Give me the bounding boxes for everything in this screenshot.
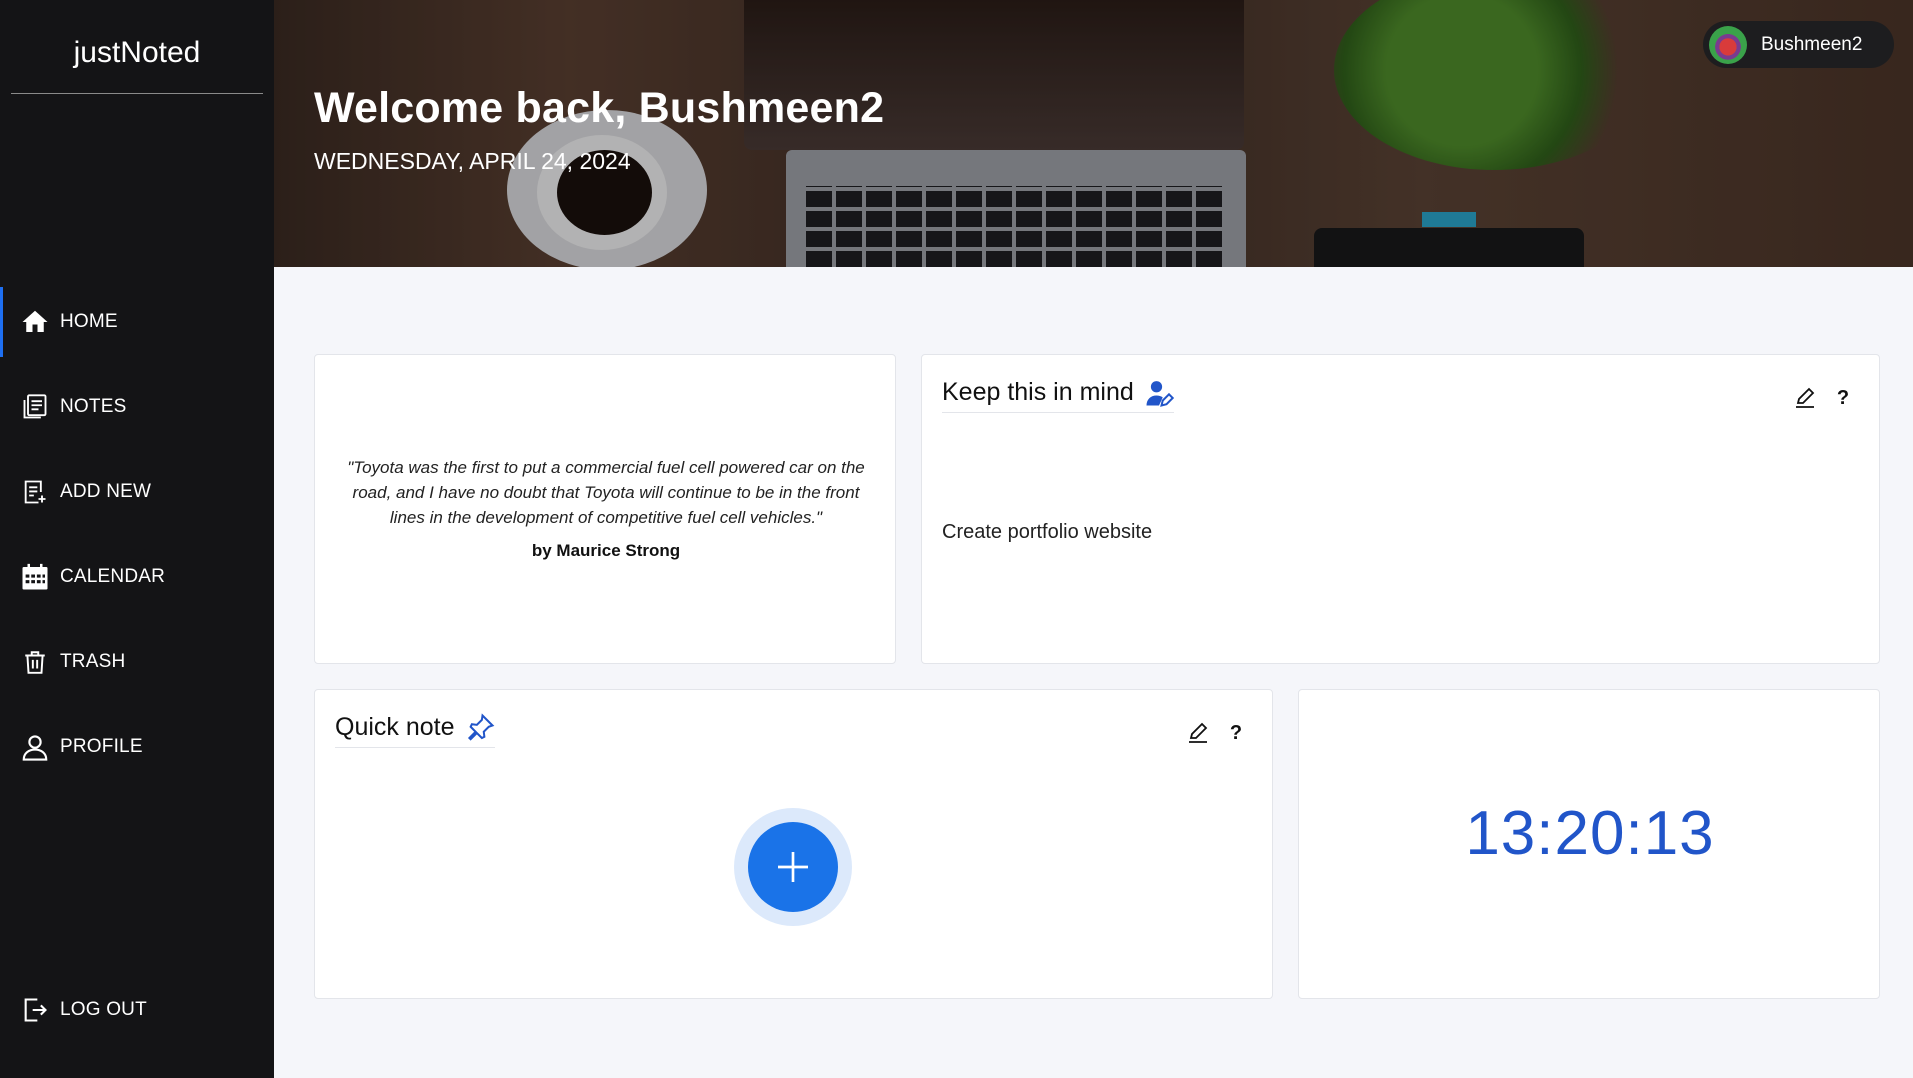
user-menu-button[interactable]: Bushmeen2	[1703, 21, 1894, 68]
edit-button[interactable]	[1183, 718, 1213, 748]
keep-in-mind-title-text: Keep this in mind	[942, 378, 1134, 406]
sidebar-item-label: PROFILE	[60, 736, 143, 757]
trash-icon	[20, 647, 50, 677]
sidebar: justNoted HOME NOTES ADD NEW CALENDAR TR…	[0, 0, 274, 1078]
plus-icon	[778, 852, 808, 882]
add-quick-note-button[interactable]	[748, 822, 838, 912]
sidebar-item-home[interactable]: HOME	[0, 287, 274, 357]
sidebar-item-add-new[interactable]: ADD NEW	[0, 457, 274, 527]
header-banner-image	[274, 0, 1913, 267]
user-pen-icon	[1144, 378, 1174, 408]
home-icon	[20, 307, 50, 337]
add-note-icon	[20, 477, 50, 507]
app-brand: justNoted	[11, 36, 263, 94]
keep-in-mind-title: Keep this in mind	[942, 377, 1174, 413]
banner-overlay	[274, 0, 1913, 267]
notes-icon	[20, 392, 50, 422]
quick-note-card: Quick note ?	[314, 689, 1273, 999]
help-button[interactable]: ?	[1221, 718, 1251, 748]
pencil-icon	[1796, 387, 1815, 408]
avatar	[1709, 25, 1747, 64]
sidebar-item-label: CALENDAR	[60, 566, 166, 587]
user-icon	[20, 732, 50, 762]
keep-in-mind-card: Keep this in mind ? Create portfolio web…	[921, 354, 1880, 664]
welcome-heading: Welcome back, Bushmeen2	[314, 84, 885, 132]
pencil-icon	[1189, 722, 1208, 743]
sidebar-item-profile[interactable]: PROFILE	[0, 712, 274, 782]
logout-icon	[20, 995, 50, 1025]
sidebar-item-calendar[interactable]: CALENDAR	[0, 542, 274, 612]
keep-in-mind-text: Create portfolio website	[942, 521, 1153, 543]
calendar-icon	[20, 562, 50, 592]
quote-card: "Toyota was the first to put a commercia…	[314, 354, 896, 664]
edit-button[interactable]	[1790, 383, 1820, 413]
help-button[interactable]: ?	[1828, 383, 1858, 413]
user-name: Bushmeen2	[1761, 33, 1863, 55]
add-note-halo	[734, 808, 852, 926]
sidebar-item-notes[interactable]: NOTES	[0, 372, 274, 442]
current-date: WEDNESDAY, APRIL 24, 2024	[314, 148, 631, 174]
sidebar-item-label: NOTES	[60, 396, 127, 417]
sidebar-item-label: TRASH	[60, 651, 126, 672]
logout-button[interactable]: LOG OUT	[0, 975, 274, 1045]
quick-note-title-text: Quick note	[335, 713, 455, 741]
sidebar-item-label: HOME	[60, 311, 118, 332]
sidebar-item-label: ADD NEW	[60, 481, 152, 502]
quick-note-title: Quick note	[335, 712, 495, 748]
sidebar-item-trash[interactable]: TRASH	[0, 627, 274, 697]
clock-card: 13:20:13	[1298, 689, 1880, 999]
quote-text: "Toyota was the first to put a commercia…	[347, 458, 865, 527]
quote-author: by Maurice Strong	[531, 541, 681, 560]
clock-time: 13:20:13	[1465, 799, 1715, 868]
pin-icon	[465, 712, 495, 743]
logout-label: LOG OUT	[60, 999, 147, 1020]
